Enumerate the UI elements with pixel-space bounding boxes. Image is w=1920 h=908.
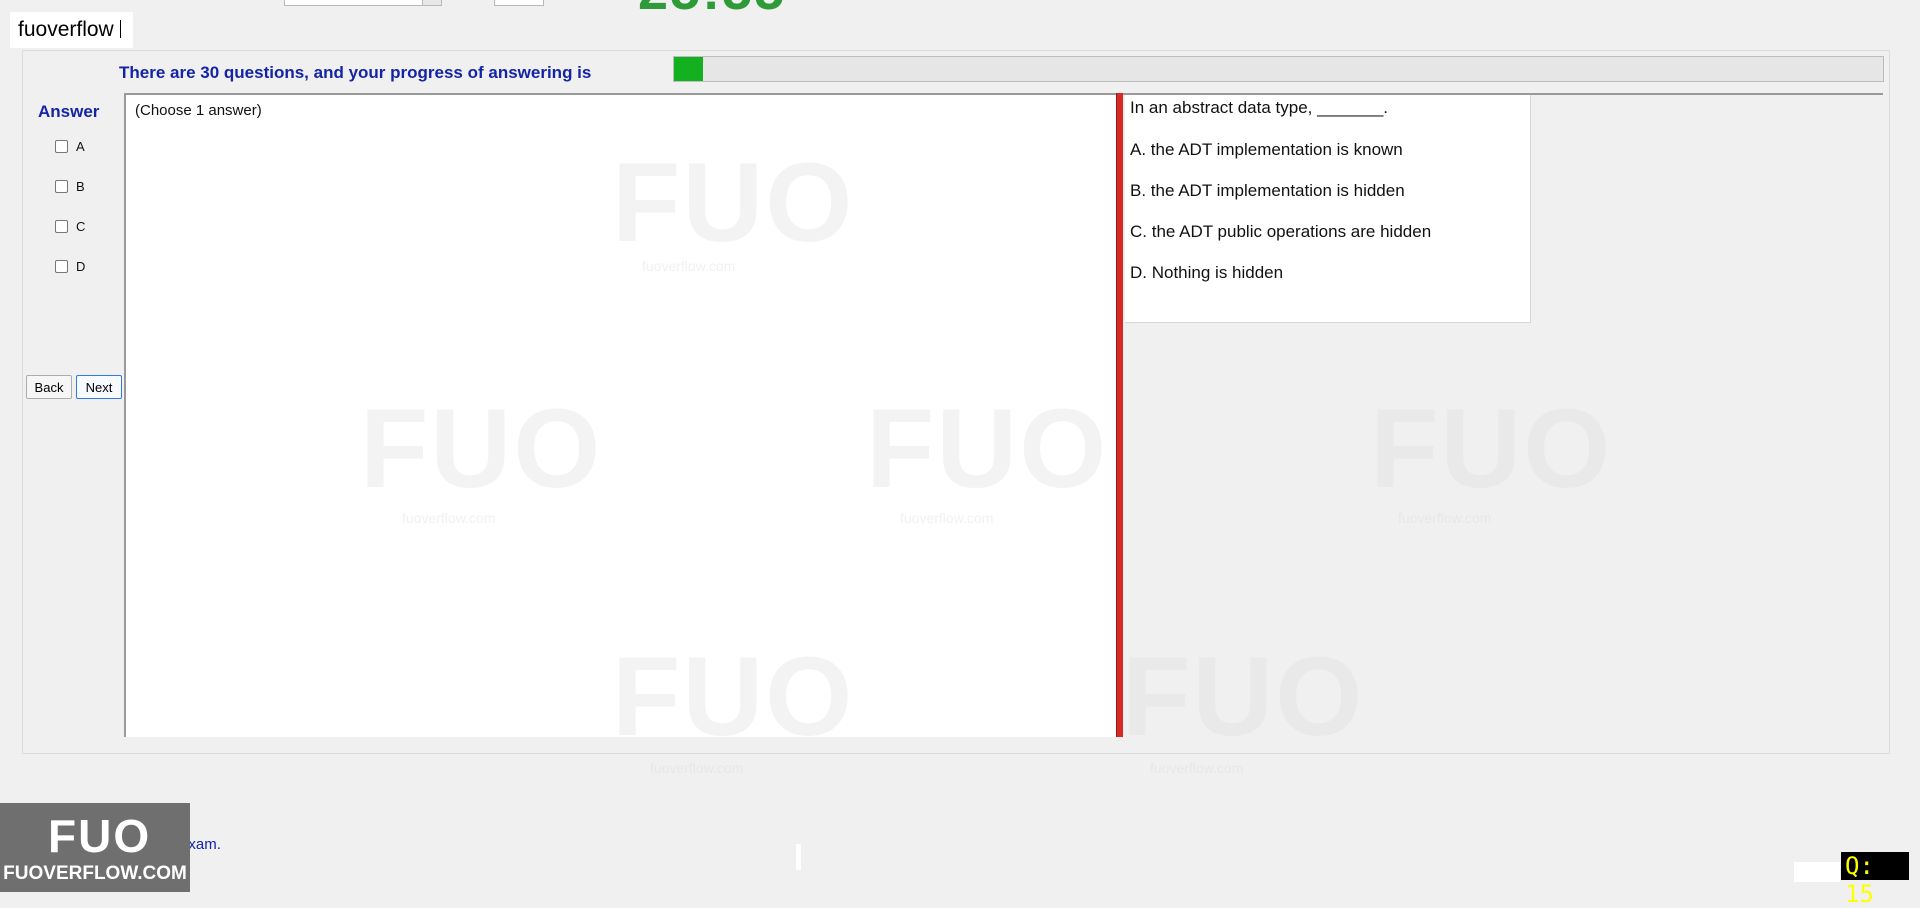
- question-counter: Q: 15: [1841, 852, 1909, 908]
- answer-option-d-label: D: [76, 259, 86, 274]
- watermark-mark-5: FUO: [612, 634, 855, 759]
- checkbox-d[interactable]: [55, 260, 68, 273]
- answer-option-c[interactable]: C: [55, 219, 85, 234]
- checkbox-c[interactable]: [55, 220, 68, 233]
- progress-fill: [674, 57, 704, 81]
- back-button[interactable]: Back: [26, 375, 72, 399]
- watermark-mark-4: FUO: [1370, 386, 1613, 511]
- answer-option-b[interactable]: B: [55, 179, 85, 194]
- watermark-site-1: fuoverflow.com: [642, 258, 736, 274]
- question-text: In an abstract data type, _______.: [1130, 98, 1389, 117]
- logo-text: FUOVERFLOW.COM: [3, 863, 187, 884]
- progress-label: There are 30 questions, and your progres…: [119, 63, 592, 82]
- answer-option-a[interactable]: A: [55, 139, 85, 154]
- checkbox-a[interactable]: [55, 140, 68, 153]
- watermark-mark-6: FUO: [1122, 634, 1365, 759]
- brand-text: fuoverflow: [18, 18, 114, 41]
- bottom-white-field: [1794, 862, 1840, 882]
- watermark-mark-3: FUO: [866, 386, 1109, 511]
- fuoverflow-logo: FUO FUOVERFLOW.COM: [0, 803, 190, 892]
- choose-note: (Choose 1 answer): [135, 102, 262, 119]
- watermark-site-2: fuoverflow.com: [402, 510, 496, 526]
- watermark-site-3: fuoverflow.com: [900, 510, 994, 526]
- watermark-mark-1: FUO: [612, 140, 855, 265]
- answer-option-b-label: B: [76, 179, 85, 194]
- question-option-c: C. the ADT public operations are hidden: [1130, 222, 1432, 241]
- question-option-d: D. Nothing is hidden: [1130, 263, 1284, 282]
- watermark-site-5: fuoverflow.com: [650, 760, 744, 776]
- question-option-b: B. the ADT implementation is hidden: [1130, 181, 1405, 200]
- question-box: [1125, 95, 1531, 323]
- top-field[interactable]: [494, 0, 544, 6]
- answer-title: Answer: [38, 102, 100, 121]
- top-select[interactable]: [284, 0, 442, 6]
- brand-label: fuoverflow: [10, 12, 133, 48]
- answer-option-a-label: A: [76, 139, 85, 154]
- watermark-mark-2: FUO: [360, 386, 603, 511]
- answer-option-c-label: C: [76, 219, 86, 234]
- answer-option-d[interactable]: D: [55, 259, 85, 274]
- progress-bar: [673, 56, 1884, 82]
- watermark-site-4: fuoverflow.com: [1398, 510, 1492, 526]
- question-option-a: A. the ADT implementation is known: [1130, 140, 1403, 159]
- cursor-mark: [796, 844, 801, 870]
- checkbox-b[interactable]: [55, 180, 68, 193]
- chevron-down-icon[interactable]: [422, 0, 441, 5]
- text-caret: [119, 20, 121, 38]
- next-button[interactable]: Next: [76, 375, 122, 399]
- watermark-site-6: fuoverflow.com: [1150, 760, 1244, 776]
- exam-timer: 25:55: [638, 0, 786, 22]
- logo-mark: FUO: [48, 810, 152, 862]
